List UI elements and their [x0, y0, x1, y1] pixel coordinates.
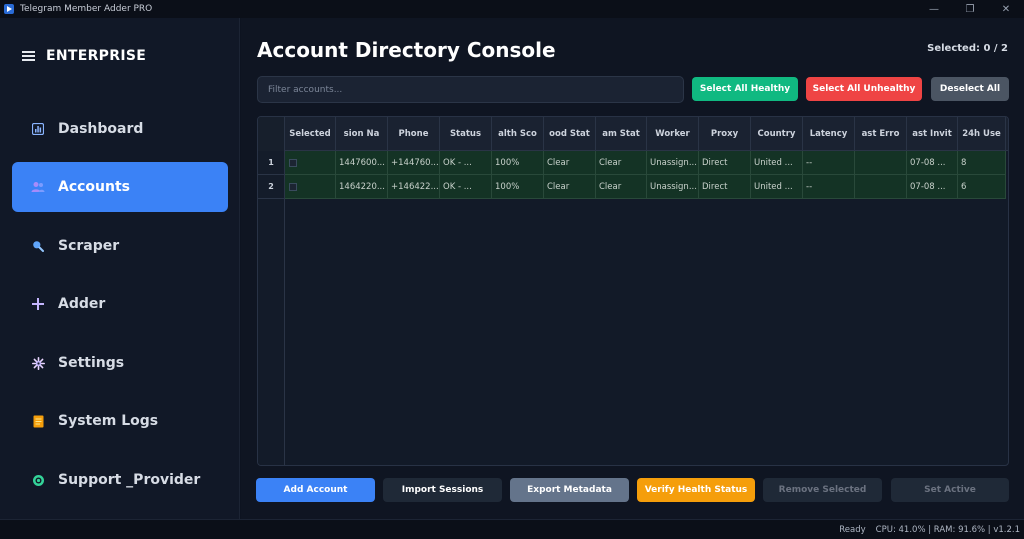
- sidebar-item-adder[interactable]: Adder: [12, 279, 228, 329]
- table-cell: OK - ...: [440, 175, 492, 199]
- table-cell: United ...: [751, 151, 803, 175]
- column-header[interactable]: Latency: [803, 117, 855, 151]
- table-cell: [855, 151, 907, 175]
- sidebar-item-system-logs[interactable]: System Logs: [12, 396, 228, 446]
- column-header[interactable]: sion Na: [336, 117, 388, 151]
- column-header[interactable]: ast Erro: [855, 117, 907, 151]
- column-header[interactable]: 24h Use: [958, 117, 1006, 151]
- plus-icon: [31, 297, 45, 311]
- table-cell: +146422...: [388, 175, 440, 199]
- sidebar-item-label: System Logs: [58, 413, 159, 429]
- brand: ENTERPRISE: [22, 48, 146, 64]
- table-cell: +144760...: [388, 151, 440, 175]
- export-metadata-button[interactable]: Export Metadata: [510, 478, 629, 502]
- hamburger-menu-icon[interactable]: [22, 51, 35, 61]
- table-corner[interactable]: [258, 117, 285, 151]
- sidebar-item-label: Dashboard: [58, 121, 144, 137]
- sidebar-item-label: Adder: [58, 296, 106, 312]
- column-header[interactable]: Country: [751, 117, 803, 151]
- table-cell: Clear: [596, 175, 647, 199]
- table-header-row: Selected sion Na Phone Status alth Sco ood St…: [258, 117, 1008, 151]
- brand-label: ENTERPRISE: [46, 48, 147, 64]
- table-cell: Unassign...: [647, 175, 699, 199]
- sidebar-item-dashboard[interactable]: Dashboard: [12, 104, 228, 154]
- sidebar-item-support-provider[interactable]: Support _Provider: [12, 455, 228, 505]
- sidebar-item-label: Accounts: [58, 179, 131, 195]
- row-number: 2: [258, 175, 285, 199]
- select-cell[interactable]: [285, 175, 336, 199]
- table-cell: 6: [958, 175, 1006, 199]
- restore-button[interactable]: ❐: [952, 0, 988, 18]
- table-cell: United ...: [751, 175, 803, 199]
- status-text: Ready: [839, 524, 866, 535]
- set-active-button[interactable]: Set Active: [891, 478, 1009, 502]
- sidebar-item-label: Settings: [58, 355, 125, 371]
- main-content: Account Directory Console Selected: 0 / …: [241, 18, 1024, 519]
- column-header[interactable]: ood Stat: [544, 117, 596, 151]
- remove-selected-button[interactable]: Remove Selected: [763, 478, 882, 502]
- sidebar-item-settings[interactable]: Settings: [12, 338, 228, 388]
- import-sessions-button[interactable]: Import Sessions: [383, 478, 502, 502]
- add-account-button[interactable]: Add Account: [256, 478, 375, 502]
- column-header[interactable]: Proxy: [699, 117, 751, 151]
- table-cell: 100%: [492, 175, 544, 199]
- gear-icon: [31, 356, 45, 370]
- table-cell: 07-08 ...: [907, 151, 958, 175]
- sidebar-item-label: Scraper: [58, 238, 120, 254]
- table-cell: 07-08 ...: [907, 175, 958, 199]
- column-header[interactable]: Worker: [647, 117, 699, 151]
- column-header[interactable]: Phone: [388, 117, 440, 151]
- minimize-button[interactable]: —: [916, 0, 952, 18]
- table-cell: Direct: [699, 175, 751, 199]
- table-cell: 1464220...: [336, 175, 388, 199]
- row-checkbox[interactable]: [289, 182, 297, 191]
- table-cell: Clear: [544, 175, 596, 199]
- sidebar-item-label: Support _Provider: [58, 472, 201, 488]
- filter-accounts-input[interactable]: [257, 76, 684, 103]
- log-icon: [31, 414, 45, 428]
- selected-count: Selected: 0 / 2: [927, 43, 1008, 54]
- support-icon: [31, 473, 45, 487]
- table-row[interactable]: 2 1464220... +146422... OK - ... 100% Clear Cl…: [258, 175, 1008, 199]
- table-cell: --: [803, 175, 855, 199]
- dashboard-icon: [31, 122, 45, 136]
- select-all-healthy-button[interactable]: Select All Healthy: [692, 77, 798, 101]
- table-cell: Unassign...: [647, 151, 699, 175]
- sidebar: ENTERPRISE Dashboard Accounts Scraper Ad…: [0, 18, 240, 519]
- row-checkbox[interactable]: [289, 158, 297, 167]
- telegram-app-icon: [4, 4, 14, 14]
- status-bar: Ready CPU: 41.0% | RAM: 91.6% | v1.2.1: [0, 519, 1024, 539]
- close-button[interactable]: ✕: [988, 0, 1024, 18]
- column-header[interactable]: am Stat: [596, 117, 647, 151]
- table-cell: 8: [958, 151, 1006, 175]
- select-all-unhealthy-button[interactable]: Select All Unhealthy: [806, 77, 922, 101]
- table-cell: Clear: [544, 151, 596, 175]
- column-header[interactable]: ast Invit: [907, 117, 958, 151]
- sidebar-item-scraper[interactable]: Scraper: [12, 221, 228, 271]
- column-header[interactable]: alth Sco: [492, 117, 544, 151]
- system-metrics: CPU: 41.0% | RAM: 91.6% | v1.2.1: [875, 524, 1020, 535]
- table-cell: 1447600...: [336, 151, 388, 175]
- row-number: 1: [258, 151, 285, 175]
- table-cell: OK - ...: [440, 151, 492, 175]
- deselect-all-button[interactable]: Deselect All: [931, 77, 1009, 101]
- window-controls: — ❐ ✕: [916, 0, 1024, 18]
- page-title: Account Directory Console: [257, 38, 556, 62]
- users-icon: [31, 180, 45, 194]
- table-cell: [855, 175, 907, 199]
- accounts-table[interactable]: Selected sion Na Phone Status alth Sco ood St…: [257, 116, 1009, 466]
- search-icon: [31, 239, 45, 253]
- window-titlebar: Telegram Member Adder PRO — ❐ ✕: [0, 0, 1024, 18]
- window-title: Telegram Member Adder PRO: [20, 4, 153, 14]
- table-cell: --: [803, 151, 855, 175]
- table-cell: 100%: [492, 151, 544, 175]
- verify-health-status-button[interactable]: Verify Health Status: [637, 478, 755, 502]
- column-header[interactable]: Selected: [285, 117, 336, 151]
- select-cell[interactable]: [285, 151, 336, 175]
- table-row[interactable]: 1 1447600... +144760... OK - ... 100% Clear Cl…: [258, 151, 1008, 175]
- sidebar-item-accounts[interactable]: Accounts: [12, 162, 228, 212]
- column-header[interactable]: Status: [440, 117, 492, 151]
- table-cell: Direct: [699, 151, 751, 175]
- table-cell: Clear: [596, 151, 647, 175]
